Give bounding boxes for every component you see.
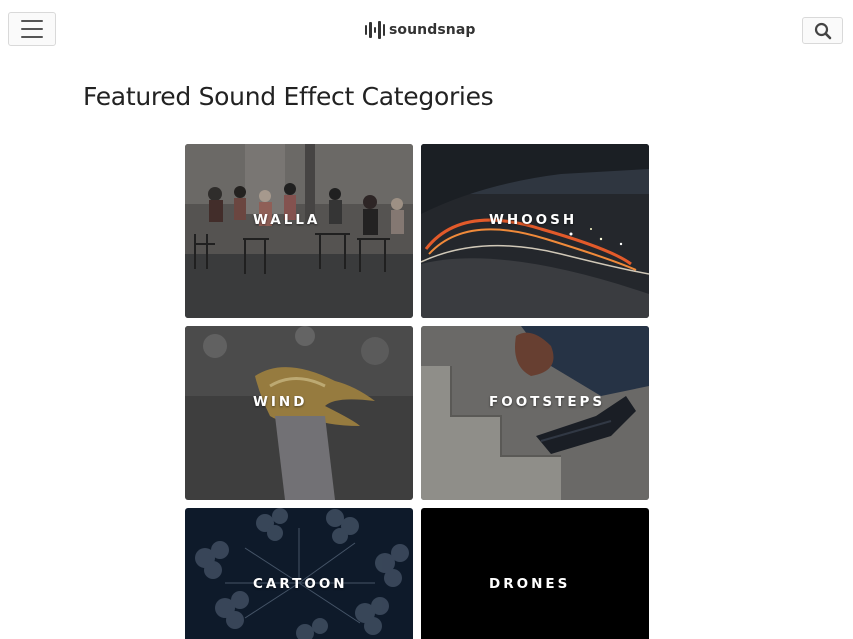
category-label: DRONES (489, 576, 571, 592)
category-label: WHOOSH (489, 212, 578, 228)
footsteps-image (421, 326, 649, 500)
page: soundsnap Featured Sound Effect Categori… (0, 0, 853, 639)
walla-image (185, 144, 413, 318)
cartoon-image (185, 508, 413, 639)
category-tile-walla[interactable]: WALLA (185, 144, 413, 318)
menu-button[interactable] (8, 12, 56, 46)
category-label: FOOTSTEPS (489, 394, 606, 410)
category-tile-footsteps[interactable]: FOOTSTEPS (421, 326, 649, 500)
category-label: WALLA (253, 212, 321, 228)
hamburger-menu-icon-line (21, 36, 43, 38)
category-label: CARTOON (253, 576, 348, 592)
category-tile-cartoon[interactable]: CARTOON (185, 508, 413, 639)
category-tile-drones[interactable]: DRONES (421, 508, 649, 639)
search-icon (814, 22, 831, 39)
hamburger-menu-icon-line (21, 28, 43, 30)
waveform-logo-icon (365, 19, 385, 41)
category-label: WIND (253, 394, 308, 410)
page-title: Featured Sound Effect Categories (83, 82, 494, 111)
category-tile-whoosh[interactable]: WHOOSH (421, 144, 649, 318)
logo-text: soundsnap (388, 22, 476, 38)
category-tile-wind[interactable]: WIND (185, 326, 413, 500)
search-button[interactable] (802, 17, 843, 44)
wind-image (185, 326, 413, 500)
soundsnap-logo[interactable]: soundsnap (365, 19, 476, 41)
whoosh-image (421, 144, 649, 318)
hamburger-menu-icon (21, 20, 43, 22)
